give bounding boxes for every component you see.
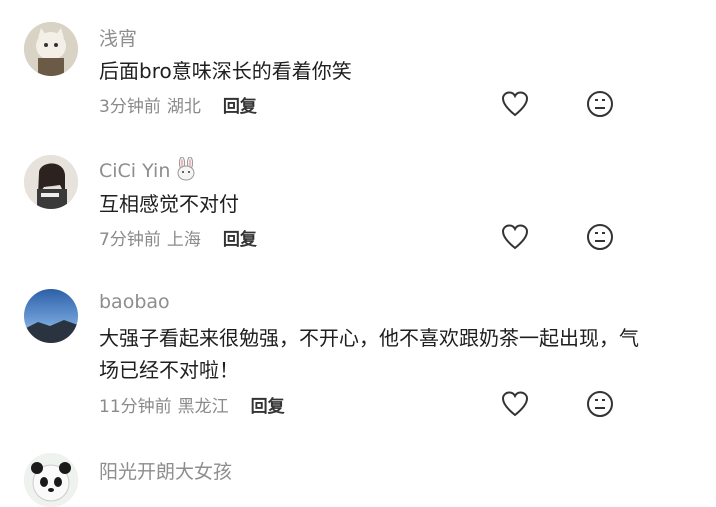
username[interactable]: CiCi Yin xyxy=(99,156,198,182)
comment-time: 11分钟前 xyxy=(99,397,172,417)
reply-button[interactable]: 回复 xyxy=(251,397,285,417)
avatar[interactable] xyxy=(24,155,78,209)
like-heart-icon[interactable] xyxy=(500,222,530,252)
comment-text: 互相感觉不对付 xyxy=(99,192,239,216)
reply-button[interactable]: 回复 xyxy=(223,97,257,117)
rabbit-icon xyxy=(174,156,198,181)
username[interactable]: 浅宵 xyxy=(99,24,137,51)
comment-time: 3分钟前 xyxy=(99,97,161,117)
comment-location: 上海 xyxy=(166,230,201,250)
avatar[interactable] xyxy=(24,289,78,343)
like-heart-icon[interactable] xyxy=(500,389,530,419)
avatar[interactable] xyxy=(24,22,78,76)
comment-time: 7分钟前 xyxy=(99,230,161,250)
dislike-face-icon[interactable] xyxy=(585,389,615,419)
comment-text: 后面bro意味深长的看着你笑 xyxy=(99,59,352,83)
comment-meta: 11分钟前 黑龙江 回复 xyxy=(99,392,285,417)
avatar[interactable] xyxy=(24,453,78,507)
dislike-face-icon[interactable] xyxy=(585,89,615,119)
like-heart-icon[interactable] xyxy=(500,89,530,119)
username[interactable]: 阳光开朗大女孩 xyxy=(99,457,232,484)
comment-location: 湖北 xyxy=(166,97,201,117)
dislike-face-icon[interactable] xyxy=(585,222,615,252)
comment-text: 大强子看起来很勉强，不开心，他不喜欢跟奶茶一起出现，气场已经不对啦！ xyxy=(99,326,639,382)
username-text[interactable]: CiCi Yin xyxy=(99,160,170,182)
reply-button[interactable]: 回复 xyxy=(223,230,257,250)
username[interactable]: baobao xyxy=(99,291,170,313)
comment-location: 黑龙江 xyxy=(177,397,229,417)
comment-meta: 7分钟前 上海 回复 xyxy=(99,225,257,250)
comment-meta: 3分钟前 湖北 回复 xyxy=(99,92,257,117)
